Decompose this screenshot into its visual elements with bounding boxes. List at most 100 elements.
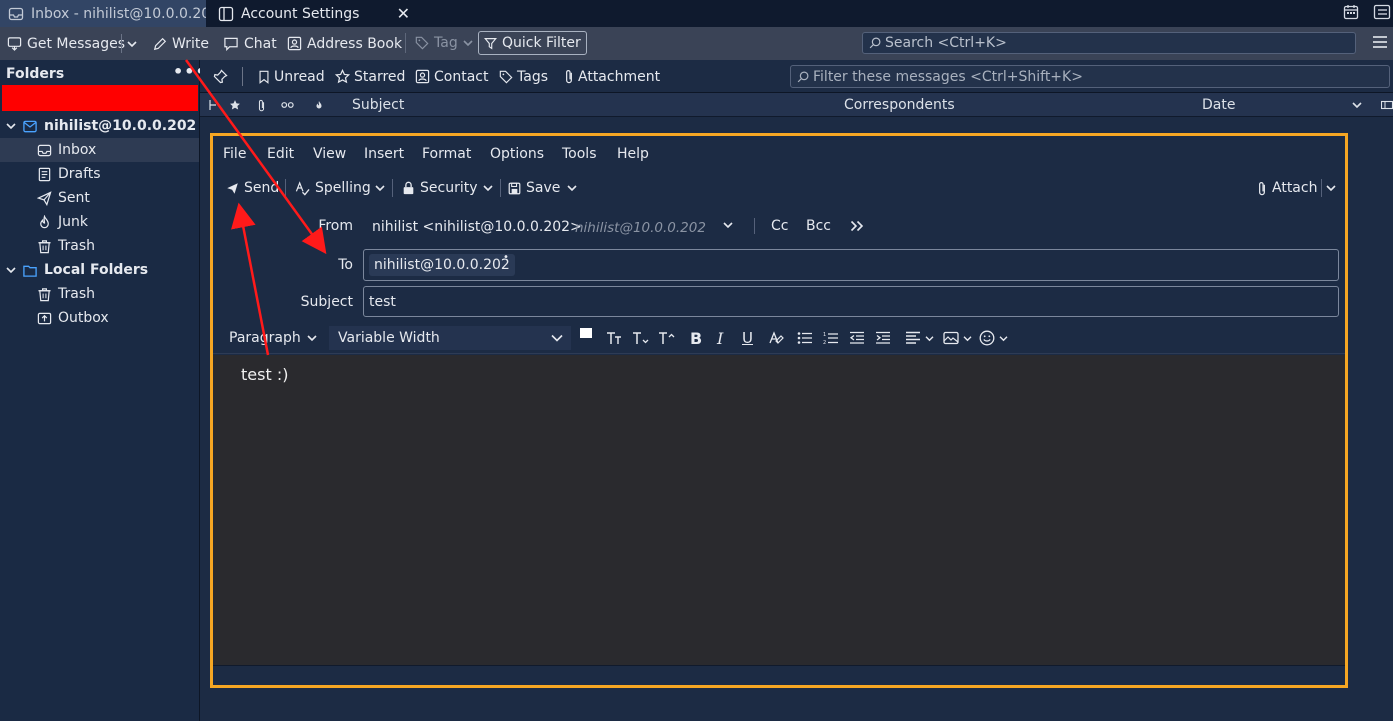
recipient-pill[interactable]: nihilist@10.0.0.202 [369,254,515,276]
folder-inbox[interactable]: Inbox [0,138,199,162]
text-color-picker[interactable] [580,322,592,354]
filter-unread-button[interactable]: Unread [258,60,325,93]
folder-junk[interactable]: Junk [0,210,199,234]
insert-emoji-button[interactable] [979,322,1008,354]
bold-button[interactable]: B [690,322,702,354]
filter-attachment-button[interactable]: Attachment [564,60,660,93]
quick-filter-label: Quick Filter [502,35,581,51]
tab-inbox[interactable]: Inbox - nihilist@10.0.0.202 [0,0,206,27]
font-size-smaller-button[interactable] [606,322,624,354]
attachment-column-icon[interactable] [257,93,266,117]
menu-tools[interactable]: Tools [562,146,597,162]
menu-help[interactable]: Help [617,146,649,162]
clear-formatting-button[interactable] [769,322,785,354]
thread-column-icon[interactable] [208,93,218,117]
sent-icon [37,190,52,206]
menu-view[interactable]: View [313,146,346,162]
cc-button[interactable]: Cc [771,218,788,234]
column-picker-icon[interactable] [1381,93,1393,117]
from-identity-select[interactable]: nihilist <nihilist@10.0.0.202> [372,219,582,235]
star-column-icon[interactable] [229,93,241,117]
bcc-button[interactable]: Bcc [806,218,831,234]
menu-format[interactable]: Format [422,146,471,162]
filter-tags-button[interactable]: Tags [499,60,548,93]
security-dropdown[interactable] [483,172,493,204]
compose-window: File Edit View Insert Format Options Too… [210,133,1348,688]
column-correspondents[interactable]: Correspondents [844,93,955,117]
font-size-reduce-button[interactable] [632,322,650,354]
paragraph-format-select[interactable]: Paragraph [219,326,325,350]
filter-starred-button[interactable]: Starred [335,60,405,93]
folder-account-label: nihilist@10.0.0.202 [44,118,197,134]
quick-filter-button[interactable]: Quick Filter [478,31,587,55]
address-book-label: Address Book [307,35,403,52]
folder-trash[interactable]: Trash [0,234,199,258]
folder-sent[interactable]: Sent [0,186,199,210]
hamburger-menu-icon[interactable] [1372,34,1388,52]
indent-button[interactable] [875,322,891,354]
address-book-button[interactable]: Address Book [287,27,402,60]
column-subject[interactable]: Subject [352,93,404,117]
folder-local-folders[interactable]: Local Folders [0,258,199,282]
underline-button[interactable]: U [742,322,753,354]
numbered-list-button[interactable]: 12 [823,322,839,354]
font-size-increase-button[interactable] [658,322,676,354]
filter-contact-label: Contact [434,68,489,85]
tab-account-settings[interactable]: Account Settings ✕ [210,0,420,27]
folder-drafts[interactable]: Drafts [0,162,199,186]
subject-input[interactable]: test [363,286,1339,317]
menu-options[interactable]: Options [490,146,544,162]
message-body-editor[interactable]: test :) [213,355,1345,665]
folder-local-trash[interactable]: Trash [0,282,199,306]
font-family-select[interactable]: Variable Width [329,326,571,350]
spelling-button[interactable]: Spelling [295,172,371,204]
drafts-icon [37,167,52,182]
security-button[interactable]: Security [402,172,478,204]
lock-icon [402,181,415,195]
divider [242,67,243,86]
junk-column-icon[interactable] [314,93,324,117]
chevron-down-icon [1326,184,1336,192]
menu-file-label: File [223,146,247,162]
get-messages-button[interactable]: Get Messages [7,27,125,60]
more-recipients-icon[interactable] [850,220,864,232]
bullet-list-button[interactable] [797,322,813,354]
menu-edit[interactable]: Edit [267,146,294,162]
unread-column-icon[interactable] [281,93,294,117]
chevron-down-icon[interactable] [1352,93,1362,117]
tag-label: Tag [434,35,458,51]
filter-messages-input[interactable]: Filter these messages <Ctrl+Shift+K> [790,65,1390,88]
filter-contact-button[interactable]: Contact [415,60,488,93]
spelling-dropdown[interactable] [375,172,385,204]
get-messages-dropdown[interactable] [121,34,137,53]
tasks-icon[interactable] [1373,4,1391,20]
attach-dropdown[interactable] [1326,172,1336,204]
attach-button[interactable]: Attach [1257,172,1317,204]
align-button[interactable] [905,322,934,354]
filter-icon [484,37,497,50]
folder-outbox[interactable]: Outbox [0,306,199,330]
write-label: Write [172,35,209,52]
image-icon [943,331,959,345]
menu-insert[interactable]: Insert [364,146,404,162]
folder-account[interactable]: nihilist@10.0.0.202 [0,114,199,138]
outdent-button[interactable] [849,322,865,354]
calendar-icon[interactable] [1343,4,1359,20]
sticky-filter-button[interactable] [213,60,228,93]
save-dropdown[interactable] [567,172,577,204]
italic-button[interactable]: I [717,322,723,354]
write-button[interactable]: Write [153,27,209,60]
menu-file[interactable]: File [223,146,246,162]
chat-button[interactable]: Chat [223,27,277,60]
trash-icon [37,287,52,302]
chevron-down-icon[interactable] [723,221,733,229]
insert-image-button[interactable] [943,322,972,354]
menu-options-label: Options [490,146,545,162]
close-icon[interactable]: ✕ [397,4,410,23]
save-button[interactable]: Save [508,172,560,204]
tag-button[interactable]: Tag [405,33,473,53]
global-search-input[interactable]: Search <Ctrl+K> [862,32,1356,54]
to-field[interactable]: nihilist@10.0.0.202 • [363,249,1339,281]
column-date[interactable]: Date [1202,93,1235,117]
send-button[interactable]: Send [226,172,279,204]
